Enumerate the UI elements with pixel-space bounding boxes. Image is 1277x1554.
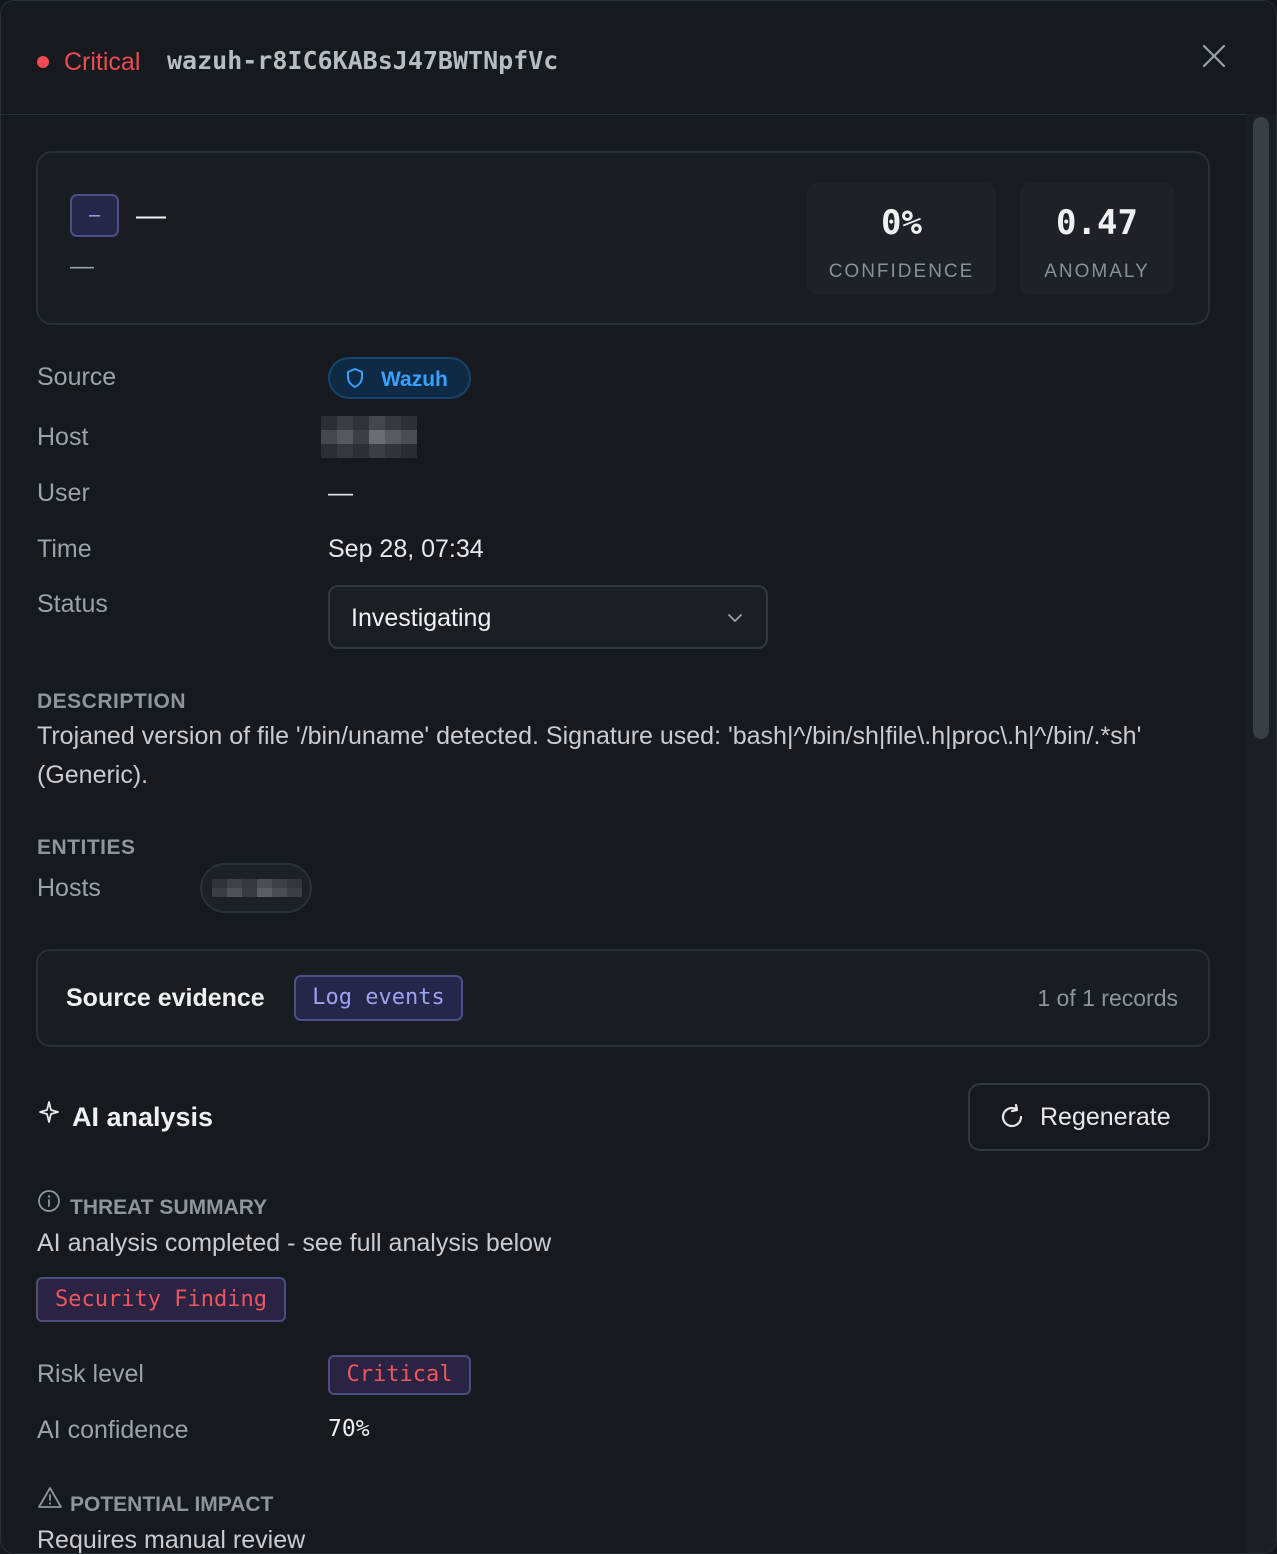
ai-confidence-value: 70% <box>328 1416 370 1442</box>
status-select-value: Investigating <box>351 604 492 632</box>
alert-detail-panel: Critical wazuh-r8IC6KABsJ47BWTNpfVc – — … <box>0 0 1277 1554</box>
shield-icon <box>346 367 364 395</box>
time-value: Sep 28, 07:34 <box>328 535 484 563</box>
ai-confidence-label: AI confidence <box>37 1416 189 1444</box>
regenerate-label: Regenerate <box>1040 1103 1171 1131</box>
security-finding-tag: Security Finding <box>36 1277 286 1322</box>
panel-header: Critical wazuh-r8IC6KABsJ47BWTNpfVc <box>1 1 1276 115</box>
chevron-down-icon <box>726 609 744 632</box>
evidence-record-count: 1 of 1 records <box>1037 985 1178 1011</box>
warning-icon <box>37 1486 63 1515</box>
source-evidence-title: Source evidence <box>66 984 265 1012</box>
risk-level-label: Risk level <box>37 1360 144 1388</box>
description-heading: DESCRIPTION <box>37 690 187 713</box>
confidence-label: CONFIDENCE <box>828 261 975 282</box>
risk-level-badge: Critical <box>328 1355 471 1395</box>
severity-label: Critical <box>64 48 141 76</box>
hosts-label: Hosts <box>37 874 101 902</box>
category-tag: – <box>70 194 119 237</box>
description-text: Trojaned version of file '/bin/uname' de… <box>37 722 1142 789</box>
anomaly-metric: 0.47 ANOMALY <box>1020 183 1174 294</box>
entities-heading: ENTITIES <box>37 836 136 859</box>
confidence-metric: 0% CONFIDENCE <box>807 183 996 294</box>
source-badge[interactable]: Wazuh <box>328 357 471 399</box>
info-icon <box>37 1189 61 1218</box>
user-value: — <box>328 479 353 507</box>
regenerate-button[interactable]: Regenerate <box>968 1083 1210 1151</box>
scrollbar-thumb[interactable] <box>1253 117 1269 739</box>
anomaly-label: ANOMALY <box>1044 261 1150 282</box>
source-label: Source <box>37 363 117 391</box>
refresh-icon <box>998 1103 1026 1136</box>
confidence-value: 0% <box>881 203 922 243</box>
anomaly-value: 0.47 <box>1056 203 1138 243</box>
time-label: Time <box>37 535 92 563</box>
potential-impact-heading: POTENTIAL IMPACT <box>70 1493 274 1516</box>
status-select[interactable]: Investigating <box>328 585 768 649</box>
host-value-redacted <box>321 416 417 458</box>
log-events-tag: Log events <box>294 975 463 1021</box>
alert-id: wazuh-r8IC6KABsJ47BWTNpfVc <box>167 46 559 75</box>
close-icon[interactable] <box>1199 41 1229 71</box>
potential-impact-text: Requires manual review <box>37 1526 306 1554</box>
alert-title: — <box>136 199 166 232</box>
severity-dot <box>37 56 49 68</box>
threat-summary-heading: THREAT SUMMARY <box>70 1196 268 1219</box>
close-button[interactable] <box>1199 41 1229 71</box>
host-entity-redacted <box>212 879 302 897</box>
ai-analysis-title: AI analysis <box>72 1102 214 1132</box>
host-label: Host <box>37 423 89 451</box>
alert-subtitle: — <box>70 253 94 280</box>
user-label: User <box>37 479 90 507</box>
threat-summary-text: AI analysis completed - see full analysi… <box>37 1229 552 1257</box>
status-label: Status <box>37 590 108 618</box>
sparkle-icon <box>38 1100 60 1129</box>
source-badge-label: Wazuh <box>381 368 448 391</box>
